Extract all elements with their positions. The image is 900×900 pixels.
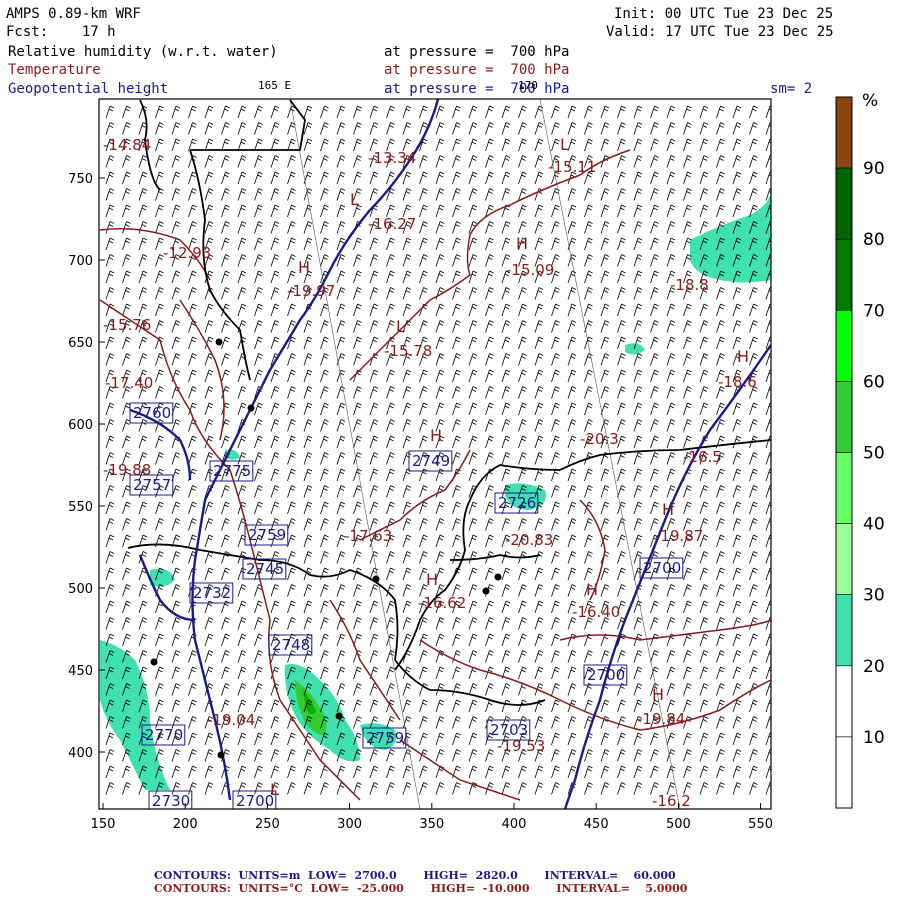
colorbar-bin [835,381,853,453]
footer-temp-contours: CONTOURS: UNITS=°C LOW= -25.000 HIGH= -1… [154,882,688,895]
colorbar-tick: 20 [863,657,885,677]
colorbar-tick: 50 [863,444,885,464]
colorbar-unit: % [862,91,878,111]
colorbar-bin [835,523,853,595]
colorbar-bin [835,309,853,382]
colorbar-bin [835,665,853,738]
colorbar-bin [835,736,853,809]
colorbar-tick: 90 [863,159,885,179]
colorbar-tick: 70 [863,301,885,321]
humidity-colorbar: % 90 80 70 60 50 40 30 20 10 [835,91,885,809]
colorbar-tick: 80 [863,230,885,250]
colorbar-bin [835,238,853,311]
colorbar-bin [835,452,853,524]
footer-height-contours: CONTOURS: UNITS=m LOW= 2700.0 HIGH= 2820… [154,869,676,882]
colorbar-tick: 40 [863,515,885,535]
colorbar-bin [835,167,853,240]
colorbar-bin [835,594,853,667]
colorbar-tick: 10 [863,728,885,748]
colorbar-tick: 60 [863,372,885,392]
colorbar-tick: 30 [863,586,885,606]
colorbar-bin [835,96,853,169]
